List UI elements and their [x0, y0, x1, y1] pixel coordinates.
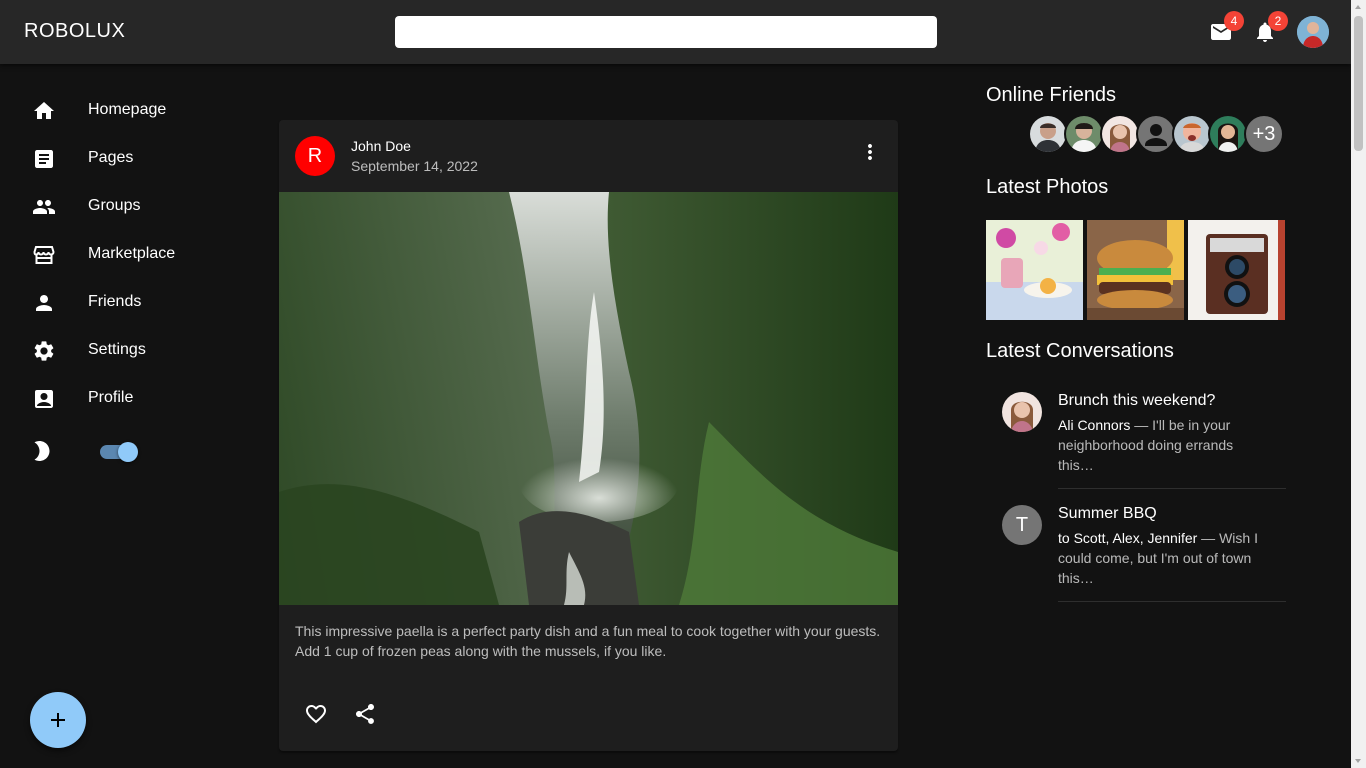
share-icon [356, 704, 374, 724]
conversation-item[interactable]: T Summer BBQ to Scott, Alex, Jennifer — … [986, 505, 1286, 602]
online-friends-group: +3 [1028, 114, 1284, 154]
app-bar: ROBOLUX 4 2 [0, 0, 1351, 64]
more-friends-count[interactable]: +3 [1244, 114, 1284, 154]
friend-avatar[interactable] [1100, 114, 1140, 154]
heart-outline-icon [306, 705, 326, 724]
dark-mode-row [0, 423, 260, 479]
user-avatar[interactable] [1297, 16, 1329, 48]
gear-icon [34, 341, 54, 361]
search-input[interactable] [395, 16, 937, 48]
sidebar-item-label: Pages [88, 149, 134, 166]
photo-thumbnail[interactable] [986, 220, 1083, 320]
conversation-sender: to Scott, Alex, Jennifer [1058, 530, 1198, 546]
conversation-preview: to Scott, Alex, Jennifer — Wish I could … [1058, 528, 1268, 588]
photo-thumbnail[interactable] [1188, 220, 1285, 320]
sidebar-item-marketplace[interactable]: Marketplace [0, 231, 260, 279]
moon-icon [34, 441, 50, 461]
conversation-item[interactable]: Brunch this weekend? Ali Connors — I'll … [986, 392, 1286, 489]
sidebar-item-profile[interactable]: Profile [0, 375, 260, 423]
conversation-title: Summer BBQ [1058, 505, 1157, 522]
home-icon [34, 102, 54, 119]
notifications-button[interactable]: 2 [1253, 11, 1288, 44]
post-date: September 14, 2022 [351, 158, 478, 174]
divider [1058, 488, 1286, 489]
person-icon [36, 295, 52, 311]
post-image [279, 192, 898, 605]
scroll-up-arrow[interactable] [1355, 5, 1361, 9]
brand-logo[interactable]: ROBOLUX [24, 20, 125, 43]
sidebar-item-pages[interactable]: Pages [0, 135, 260, 183]
sidebar: Homepage Pages Groups Marketplace Friend… [0, 87, 260, 479]
mail-button[interactable]: 4 [1209, 11, 1244, 44]
post-text: This impressive paella is a perfect part… [295, 623, 881, 659]
friend-avatar[interactable] [1172, 114, 1212, 154]
sidebar-item-label: Homepage [88, 101, 167, 118]
storefront-icon [33, 246, 55, 264]
share-button[interactable] [345, 700, 385, 728]
sidebar-item-label: Profile [88, 389, 134, 406]
person-placeholder-icon [1145, 124, 1167, 146]
notification-badge: 2 [1268, 11, 1288, 31]
account-box-icon [35, 390, 53, 408]
conversation-sender: Ali Connors [1058, 417, 1131, 433]
sidebar-item-settings[interactable]: Settings [0, 327, 260, 375]
toggle-knob [118, 442, 138, 462]
friend-avatar[interactable] [1028, 114, 1068, 154]
user-avatar-image [1297, 16, 1329, 48]
conversation-avatar: T [1002, 505, 1042, 545]
mail-badge: 4 [1224, 11, 1244, 31]
photo-thumbnail[interactable] [1087, 220, 1184, 320]
sidebar-item-label: Settings [88, 341, 146, 358]
group-icon [33, 200, 55, 214]
conversation-title: Brunch this weekend? [1058, 392, 1216, 409]
sidebar-item-label: Marketplace [88, 245, 176, 262]
post-card: R John Doe September 14, 2022 This impre… [279, 120, 898, 751]
plus-icon [51, 713, 65, 727]
sidebar-item-friends[interactable]: Friends [0, 279, 260, 327]
sidebar-item-label: Friends [88, 293, 142, 310]
post-author-avatar[interactable]: R [295, 136, 335, 176]
dark-mode-toggle[interactable] [100, 442, 138, 462]
sidebar-item-homepage[interactable]: Homepage [0, 87, 260, 135]
friend-avatar[interactable] [1208, 114, 1248, 154]
divider [1058, 601, 1286, 602]
post-author-name: John Doe [351, 138, 411, 154]
online-friends-title: Online Friends [986, 84, 1117, 106]
latest-conversations-title: Latest Conversations [986, 340, 1174, 362]
like-button[interactable] [296, 700, 336, 728]
article-icon [35, 150, 53, 168]
scrollbar-thumb[interactable] [1354, 16, 1363, 151]
more-vert-icon[interactable] [858, 140, 882, 164]
scroll-down-arrow[interactable] [1355, 759, 1361, 763]
conversation-avatar [1002, 392, 1042, 432]
page-scrollbar[interactable] [1351, 0, 1366, 768]
friend-avatar[interactable] [1064, 114, 1104, 154]
add-button[interactable] [30, 692, 86, 748]
latest-photos-title: Latest Photos [986, 176, 1109, 198]
latest-photos-grid [986, 220, 1285, 320]
sidebar-item-label: Groups [88, 197, 141, 214]
conversation-preview: Ali Connors — I'll be in your neighborho… [1058, 415, 1268, 475]
friend-avatar[interactable] [1136, 114, 1176, 154]
sidebar-item-groups[interactable]: Groups [0, 183, 260, 231]
